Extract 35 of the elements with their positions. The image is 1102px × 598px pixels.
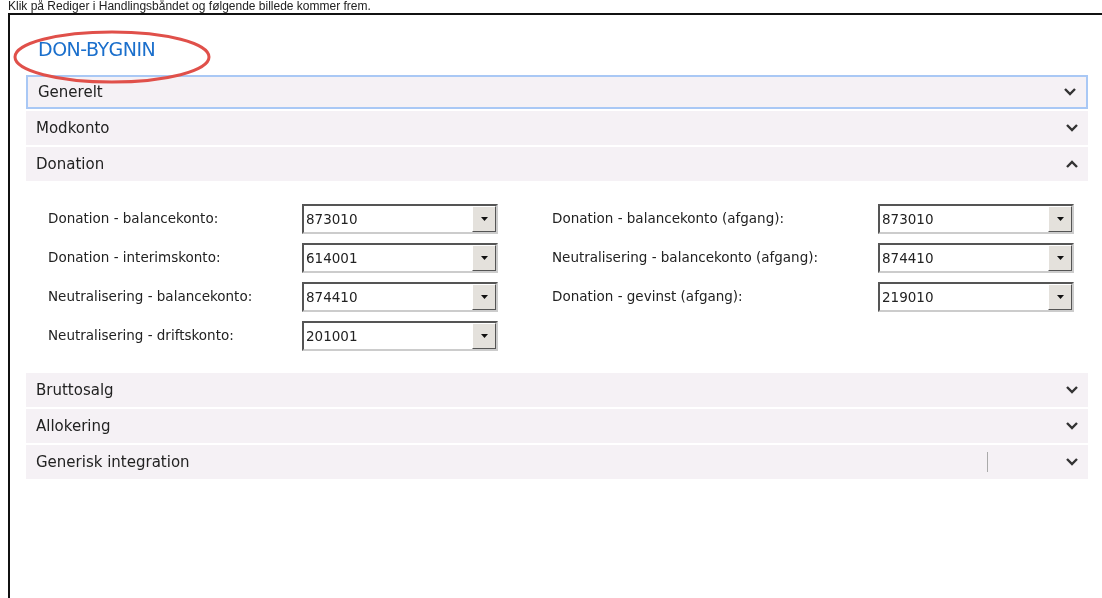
section-header[interactable]: Generelt (26, 75, 1088, 109)
account-combo-box[interactable]: 219010 (878, 281, 1074, 312)
field-label: Donation - balancekonto (afgang): (552, 209, 786, 229)
section-header[interactable]: Bruttosalg (26, 373, 1088, 407)
chevron-down-icon[interactable] (1066, 124, 1078, 132)
account-combo-box[interactable]: 874410 (878, 242, 1074, 273)
section-header[interactable]: Modkonto (26, 111, 1088, 145)
section-header[interactable]: Donation (26, 147, 1088, 181)
field-label: Donation - balancekonto: (48, 209, 220, 229)
dropdown-arrow-icon[interactable] (480, 255, 488, 260)
chevron-up-icon[interactable] (1066, 160, 1078, 168)
account-combo-box[interactable]: 614001 (302, 242, 498, 273)
account-combo-box[interactable]: 873010 (302, 203, 498, 234)
page-title: DON-BYGNIN (38, 37, 156, 61)
chevron-down-icon[interactable] (1066, 386, 1078, 394)
dropdown-arrow-icon[interactable] (480, 333, 488, 338)
field-label: Donation - interimskonto: (48, 248, 222, 268)
caption-text: Klik på Rediger i Handlingsbåndet og følgende billede kommer frem. (7, 0, 372, 13)
chevron-down-icon[interactable] (1064, 88, 1076, 96)
dropdown-arrow-icon[interactable] (1056, 216, 1064, 221)
field-label: Neutralisering - balancekonto: (48, 287, 254, 307)
dropdown-arrow-icon[interactable] (480, 294, 488, 299)
section-header[interactable]: Generisk integration (26, 445, 1088, 479)
field-label: Donation - gevinst (afgang): (552, 287, 744, 307)
account-combo-box[interactable]: 874410 (302, 281, 498, 312)
dropdown-arrow-icon[interactable] (1056, 294, 1064, 299)
dropdown-arrow-icon[interactable] (480, 216, 488, 221)
section-header[interactable]: Allokering (26, 409, 1088, 443)
dropdown-arrow-icon[interactable] (1056, 255, 1064, 260)
chevron-down-icon[interactable] (1066, 422, 1078, 430)
account-combo-box[interactable]: 201001 (302, 320, 498, 351)
account-combo-box[interactable]: 873010 (878, 203, 1074, 234)
field-label: Neutralisering - driftskonto: (48, 326, 235, 346)
field-label: Neutralisering - balancekonto (afgang): (552, 248, 820, 268)
chevron-down-icon[interactable] (1066, 458, 1078, 466)
